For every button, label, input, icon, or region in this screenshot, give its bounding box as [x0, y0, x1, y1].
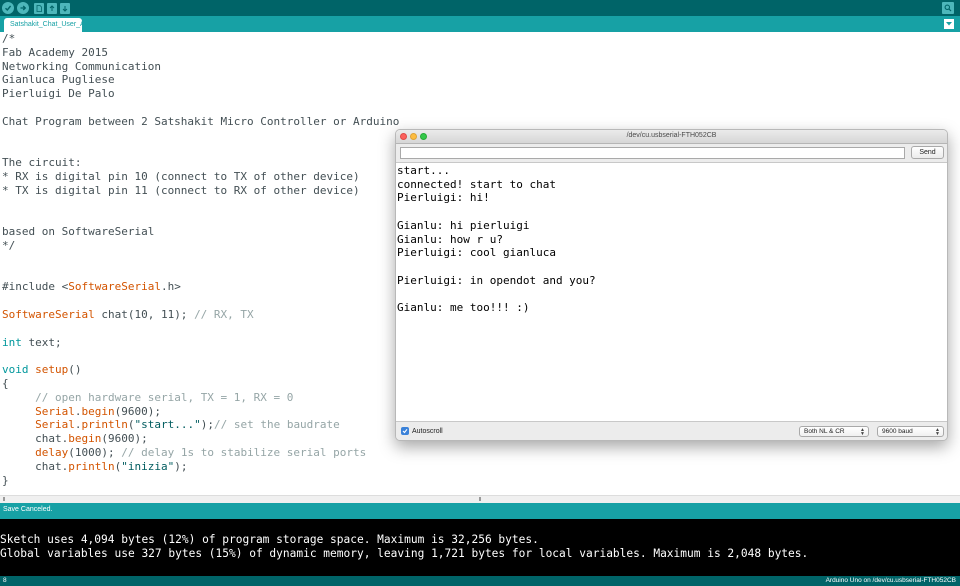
serial-monitor-window: /dev/cu.usbserial-FTH052CB Send start...… — [395, 129, 948, 441]
serial-output-line: start... — [397, 164, 450, 177]
code-line[interactable]: SoftwareSerial chat(10, 11); // RX, TX — [2, 308, 399, 322]
code-line[interactable]: #include <SoftwareSerial.h> — [2, 280, 399, 294]
monitor-options-row: Autoscroll Both NL & CR ▲ ▼ 9600 baud ▲ ▼ — [396, 422, 947, 440]
line-number: 8 — [3, 577, 7, 584]
code-line[interactable] — [2, 349, 399, 363]
code-line[interactable]: * TX is digital pin 11 (connect to RX of… — [2, 184, 399, 198]
code-line[interactable]: } — [2, 474, 399, 488]
serial-output[interactable]: start... connected! start to chat Pierluig… — [396, 162, 947, 422]
code-line[interactable] — [2, 294, 399, 308]
code-line[interactable]: void setup() — [2, 363, 399, 377]
serial-output-line: Pierluigi: hi! — [397, 191, 490, 205]
baud-rate-value: 9600 baud — [882, 428, 913, 435]
tab-sketch[interactable]: Satshakit_Chat_User_A — [4, 18, 82, 32]
upload-icon[interactable] — [17, 2, 29, 14]
console-line: Sketch uses 4,094 bytes (12%) of program… — [0, 533, 539, 546]
code-line[interactable]: chat.begin(9600); — [2, 432, 399, 446]
code-line[interactable]: Gianluca Pugliese — [2, 73, 399, 87]
code-line[interactable]: chat.println("inizia"); — [2, 460, 399, 474]
code-line[interactable]: * RX is digital pin 10 (connect to TX of… — [2, 170, 399, 184]
serial-input[interactable] — [400, 147, 905, 159]
serial-output-line: Gianlu: me too!!! :) — [397, 301, 530, 314]
tab-bar: Satshakit_Chat_User_A — [0, 16, 960, 32]
code-line[interactable] — [2, 253, 399, 267]
code-line[interactable] — [2, 142, 399, 156]
code-line[interactable]: Networking Communication — [2, 60, 399, 74]
select-arrows-icon: ▲ ▼ — [860, 427, 865, 437]
code-line[interactable]: Serial.begin(9600); — [2, 405, 399, 419]
horizontal-scrollbar[interactable] — [0, 495, 960, 503]
autoscroll-checkbox[interactable] — [401, 427, 409, 435]
console-line: Global variables use 327 bytes (15%) of … — [0, 547, 809, 560]
select-arrows-icon: ▲ ▼ — [935, 427, 940, 437]
open-icon[interactable] — [47, 2, 57, 14]
code-line[interactable]: { — [2, 377, 399, 391]
window-titlebar[interactable]: /dev/cu.usbserial-FTH052CB — [396, 130, 947, 144]
code-line[interactable]: /* — [2, 32, 399, 46]
code-line[interactable]: */ — [2, 239, 399, 253]
autoscroll-label: Autoscroll — [412, 427, 443, 435]
line-ending-value: Both NL & CR — [804, 428, 845, 435]
serial-output-line: Pierluigi: in opendot and you? — [397, 273, 596, 287]
serial-monitor-icon[interactable] — [942, 2, 954, 14]
code-line[interactable] — [2, 101, 399, 115]
window-title: /dev/cu.usbserial-FTH052CB — [626, 132, 717, 139]
code-line[interactable]: Serial.println("start...");// set the ba… — [2, 418, 399, 432]
code-line[interactable]: Pierluigi De Palo — [2, 87, 399, 101]
check-icon — [402, 428, 408, 434]
footer-bar: 8 Arduino Uno on /dev/cu.usbserial-FTH05… — [0, 576, 960, 586]
code-line[interactable]: // open hardware serial, TX = 1, RX = 0 — [2, 391, 399, 405]
board-port-info: Arduino Uno on /dev/cu.usbserial-FTH052C… — [825, 577, 956, 584]
send-row: Send — [396, 144, 947, 163]
status-bar: Save Canceled. — [0, 503, 960, 519]
code-text[interactable]: /* Fab Academy 2015 Networking Communicati… — [2, 32, 399, 487]
tab-menu-button[interactable] — [944, 19, 954, 29]
code-line[interactable]: Fab Academy 2015 — [2, 46, 399, 60]
console: Sketch uses 4,094 bytes (12%) of program… — [0, 519, 960, 576]
code-line[interactable]: The circuit: — [2, 156, 399, 170]
status-message: Save Canceled. — [3, 506, 53, 513]
code-line[interactable] — [2, 322, 399, 336]
code-line[interactable]: delay(1000); // delay 1s to stabilize se… — [2, 446, 399, 460]
line-ending-select[interactable]: Both NL & CR ▲ ▼ — [799, 426, 869, 437]
serial-output-line: Pierluigi: cool gianluca — [397, 246, 556, 260]
code-line[interactable] — [2, 211, 399, 225]
code-line[interactable]: Chat Program between 2 Satshakit Micro C… — [2, 115, 399, 129]
serial-output-line: Gianlu: how r u? — [397, 232, 503, 246]
save-icon[interactable] — [60, 2, 70, 14]
new-icon[interactable] — [34, 2, 44, 14]
code-line[interactable]: int text; — [2, 336, 399, 350]
code-line[interactable]: based on SoftwareSerial — [2, 225, 399, 239]
code-line[interactable] — [2, 198, 399, 212]
chevron-down-icon — [946, 22, 952, 26]
toolbar — [0, 0, 960, 16]
serial-output-line: Gianlu: hi pierluigi — [397, 218, 530, 232]
autoscroll-toggle[interactable]: Autoscroll — [401, 427, 443, 435]
baud-rate-select[interactable]: 9600 baud ▲ ▼ — [877, 426, 944, 437]
serial-output-line: connected! start to chat — [397, 177, 556, 191]
code-line[interactable] — [2, 267, 399, 281]
verify-icon[interactable] — [2, 2, 14, 14]
code-line[interactable] — [2, 129, 399, 143]
send-button[interactable]: Send — [911, 146, 944, 159]
